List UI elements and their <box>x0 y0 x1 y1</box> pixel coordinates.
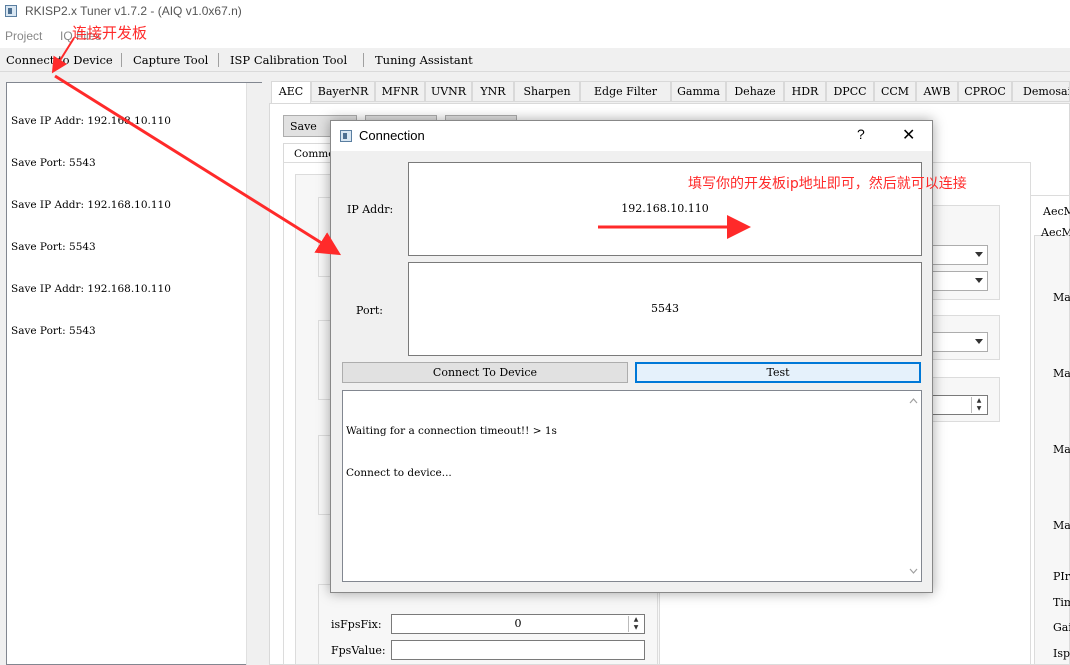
connect-board-annotation: 连接开发板 <box>72 24 148 42</box>
annotation-arrows <box>51 37 751 256</box>
fill-ip-annotation: 填写你的开发板ip地址即可，然后就可以连接 <box>688 176 967 192</box>
